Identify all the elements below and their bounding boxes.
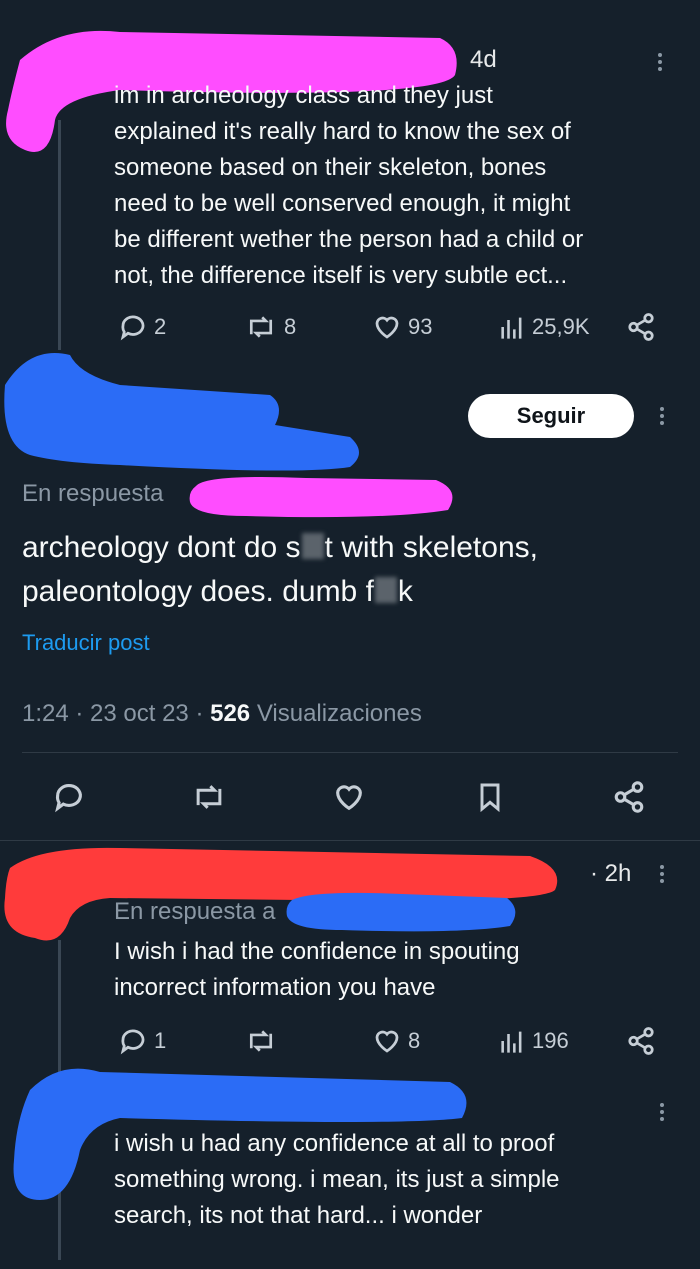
more-options-icon[interactable] [658, 50, 662, 74]
post-text: im in archeology class and they just exp… [114, 78, 684, 294]
censored-letters [374, 577, 397, 603]
more-options-icon[interactable] [660, 862, 664, 886]
heart-icon [375, 316, 399, 339]
post-text-line: im in archeology class and they just [114, 82, 493, 109]
post-text-line: need to be well conserved enough, it mig… [114, 190, 571, 217]
main-post-line: archeology dont do s t with skeletons, [22, 526, 682, 570]
post-text-line: incorrect information you have [114, 974, 436, 1001]
share-button[interactable] [612, 780, 646, 814]
repost-count: 8 [284, 314, 297, 339]
main-post-line-a: paleontology does. dumb f [22, 575, 374, 608]
post-text-line: be different wether the person had a chi… [114, 226, 584, 253]
repost-button[interactable]: 8 [244, 312, 296, 342]
views-button[interactable]: 196 [498, 1026, 569, 1056]
censored-letters [301, 533, 324, 559]
main-post-line-a: archeology dont do s [22, 531, 301, 564]
main-post-line: paleontology does. dumb f k [22, 570, 682, 614]
repost-button[interactable] [244, 1026, 278, 1056]
repost-icon [196, 785, 222, 809]
repost-icon [249, 1030, 273, 1052]
like-count: 8 [408, 1028, 421, 1053]
main-post-text: archeology dont do s t with skeletons, pa… [22, 526, 682, 614]
like-button[interactable]: 93 [372, 312, 432, 342]
heart-icon [336, 785, 362, 811]
views-number: 526 [210, 700, 251, 727]
views-icon [501, 317, 522, 339]
heart-icon [375, 1030, 399, 1053]
post-text-line: search, its not that hard... i wonder [114, 1202, 483, 1229]
reply-icon [120, 1029, 145, 1055]
post-timestamp: 1:24 · 23 oct 23 · 526 Visualizaciones [22, 700, 422, 728]
views-count: 196 [532, 1028, 569, 1053]
more-options-icon[interactable] [660, 1100, 664, 1124]
like-button[interactable]: 8 [372, 1026, 420, 1056]
reply-icon [55, 784, 82, 813]
views-label: Visualizaciones [250, 700, 422, 727]
reply-count: 1 [154, 1028, 167, 1053]
views-button[interactable]: 25,9K [498, 312, 590, 342]
post-text-line: someone based on their skeleton, bones [114, 154, 547, 181]
repost-icon [249, 316, 273, 338]
timestamp-text: 1:24 · 23 oct 23 · [22, 700, 211, 727]
like-button[interactable] [332, 780, 366, 814]
main-post-line-b: t with skeletons, [324, 531, 538, 564]
reply-button[interactable]: 2 [118, 312, 166, 342]
share-icon [628, 313, 654, 341]
post-text: i wish u had any confidence at all to pr… [114, 1126, 684, 1234]
in-reply-label: En respuesta [22, 480, 164, 507]
post-text-line: i wish u had any confidence at all to pr… [114, 1130, 555, 1157]
reply-button[interactable]: 1 [118, 1026, 166, 1056]
post-text-line: explained it's really hard to know the s… [114, 118, 571, 145]
in-reply-label: En respuesta a [114, 898, 276, 925]
redaction-mark [189, 477, 453, 518]
reply-button[interactable] [52, 780, 86, 814]
share-icon [628, 1027, 654, 1055]
reply-icon [120, 315, 145, 341]
reply-count: 2 [154, 314, 167, 339]
share-button[interactable] [626, 1026, 656, 1056]
post-time: · 2h [590, 860, 632, 887]
bookmark-icon [480, 783, 500, 813]
share-button[interactable] [626, 312, 656, 342]
main-post-line-b: k [397, 575, 413, 608]
post-text-line: something wrong. i mean, its just a simp… [114, 1166, 560, 1193]
views-icon [501, 1031, 522, 1053]
redaction-mark [286, 892, 516, 932]
post-text: I wish i had the confidence in spouting … [114, 934, 684, 1006]
bookmark-button[interactable] [474, 780, 506, 814]
post-time: 4d [470, 46, 497, 73]
post-text-line: not, the difference itself is very subtl… [114, 262, 568, 289]
views-count: 25,9K [532, 314, 590, 339]
translate-post-link[interactable]: Traducir post [22, 630, 150, 656]
divider [22, 752, 678, 753]
like-count: 93 [408, 314, 433, 339]
post-text-line: I wish i had the confidence in spouting [114, 938, 520, 965]
repost-button[interactable] [190, 780, 228, 814]
share-icon [614, 781, 644, 813]
more-options-icon[interactable] [660, 404, 664, 428]
follow-button[interactable]: Seguir [468, 394, 634, 438]
redaction-mark [4, 353, 360, 471]
